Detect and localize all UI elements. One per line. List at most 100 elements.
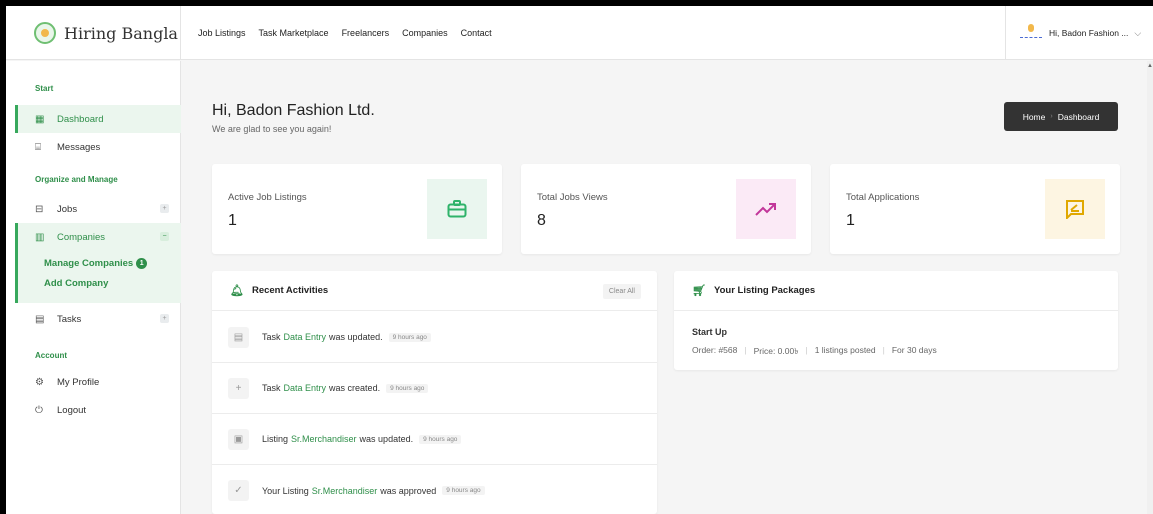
briefcase-icon: ⊟: [35, 203, 44, 215]
activity-text: Task: [262, 383, 281, 393]
panel-header: 🔔︎ Recent Activities Clear All: [212, 271, 657, 311]
nav-job-listings[interactable]: Job Listings: [198, 28, 246, 38]
companies-submenu: Manage Companies 1 Add Company: [15, 251, 181, 303]
hiring-bangla-logo-icon: [34, 22, 56, 44]
separator: |: [882, 345, 885, 355]
brand-logo[interactable]: Hiring Bangla: [6, 6, 181, 60]
stat-card-active-listings[interactable]: Active Job Listings 1: [212, 164, 502, 254]
activity-time: 9 hours ago: [388, 332, 431, 342]
activity-text: was approved: [380, 485, 437, 496]
activity-item: ▤ Task Data Entry was updated. 9 hours ago: [212, 312, 657, 363]
dashboard-icon: ▦: [35, 113, 45, 125]
stat-value: 1: [228, 212, 237, 229]
panel-title: Your Listing Packages: [713, 285, 816, 296]
nav-freelancers[interactable]: Freelancers: [342, 28, 390, 38]
sidebar-item-label: Dashboard: [57, 113, 104, 125]
activity-item: ▣ Listing Sr.Merchandiser was updated. 9 ho…: [212, 414, 657, 465]
package-meta: Order: #568 | Price: 0.00৳ | 1 listings …: [692, 345, 937, 359]
activity-item: + Task Data Entry was created. 9 hours ago: [212, 363, 657, 414]
activity-text: Your Listing: [262, 485, 309, 496]
activity-text: was updated.: [359, 434, 414, 444]
check-circle-icon: ✓: [228, 480, 249, 501]
message-icon: [1045, 179, 1105, 239]
scrollbar[interactable]: [1147, 61, 1153, 514]
sidebar-item-logout[interactable]: ⏻ Logout: [15, 396, 181, 424]
nav-contact[interactable]: Contact: [461, 28, 492, 38]
stat-value: 1: [846, 212, 855, 229]
sidebar-item-dashboard[interactable]: ▦ Dashboard: [15, 105, 181, 133]
breadcrumb-home[interactable]: Home: [1023, 112, 1046, 122]
trend-up-icon: [736, 179, 796, 239]
activity-item: ✓ Your Listing Sr.Merchandiser was approve…: [212, 465, 657, 514]
activity-time: 9 hours ago: [442, 486, 485, 495]
building-icon: ▥: [35, 231, 45, 243]
messages-icon: ⌸: [35, 141, 41, 153]
breadcrumb-current: Dashboard: [1057, 111, 1100, 122]
panel-title: Recent Activities: [251, 285, 329, 296]
package-price: Price: 0.00৳: [753, 346, 799, 356]
sidebar-item-label: Messages: [57, 141, 101, 153]
user-menu[interactable]: Hi, Badon Fashion ... ⌵: [1005, 6, 1153, 60]
stat-label: Total Jobs Views: [537, 192, 608, 203]
clear-all-button[interactable]: Clear All: [602, 284, 641, 299]
sidebar-item-label: Companies: [57, 231, 106, 243]
power-icon: ⏻: [35, 404, 43, 416]
save-icon: ▣: [228, 428, 249, 450]
activity-link[interactable]: Data Entry: [284, 332, 327, 342]
user-greeting: Hi, Badon Fashion ...: [1049, 28, 1129, 38]
nav-task-marketplace[interactable]: Task Marketplace: [259, 28, 329, 38]
clipboard-icon: ▤: [35, 313, 45, 325]
company-logo-icon: [1020, 24, 1042, 38]
package-posted: 1 listings posted: [814, 345, 876, 355]
separator: |: [744, 345, 747, 355]
stat-value: 8: [537, 212, 546, 229]
breadcrumb: Home › Dashboard: [1004, 102, 1118, 131]
submenu-add-company[interactable]: Add Company: [44, 278, 108, 289]
collapse-icon[interactable]: −: [160, 232, 169, 241]
separator: |: [805, 345, 808, 355]
sidebar: Start ▦ Dashboard ⌸ Messages Organize an…: [6, 61, 181, 514]
sidebar-item-label: Logout: [57, 404, 87, 416]
activity-text: Task: [262, 332, 281, 342]
sidebar-item-label: Jobs: [57, 203, 78, 215]
activity-text: was created.: [329, 383, 381, 393]
sidebar-item-messages[interactable]: ⌸ Messages: [15, 133, 181, 161]
sidebar-item-label: My Profile: [57, 376, 100, 388]
submenu-manage-companies[interactable]: Manage Companies 1: [44, 258, 148, 269]
sidebar-item-tasks[interactable]: ▤ Tasks +: [15, 305, 181, 333]
recent-activities-panel: 🔔︎ Recent Activities Clear All ▤ Task Dat…: [212, 271, 657, 514]
activity-time: 9 hours ago: [419, 434, 462, 444]
scroll-up-arrow-icon[interactable]: ▲: [1147, 63, 1153, 69]
sidebar-item-jobs[interactable]: ⊟ Jobs +: [15, 195, 181, 223]
briefcase-icon: [427, 179, 487, 239]
expand-icon[interactable]: +: [160, 204, 169, 213]
document-icon: ▤: [228, 326, 249, 348]
package-order: Order: #568: [692, 345, 738, 355]
sidebar-item-label: Tasks: [57, 313, 82, 325]
top-bar: Hiring Bangla Job Listings Task Marketpl…: [6, 6, 1153, 60]
activity-link[interactable]: Sr.Merchandiser: [312, 486, 378, 496]
nav-companies[interactable]: Companies: [402, 28, 448, 38]
page-subtitle: We are glad to see you again!: [212, 124, 332, 134]
cart-icon: 🛒︎: [692, 285, 706, 297]
section-organize: Organize and Manage: [35, 175, 118, 184]
expand-icon[interactable]: +: [160, 314, 169, 323]
listing-packages-panel: 🛒︎ Your Listing Packages Start Up Order:…: [674, 271, 1118, 370]
bell-icon: 🔔︎: [230, 285, 244, 297]
sidebar-item-companies[interactable]: ▥ Companies −: [15, 223, 181, 251]
stat-card-job-views[interactable]: Total Jobs Views 8: [521, 164, 811, 254]
main-nav: Job Listings Task Marketplace Freelancer…: [198, 6, 492, 60]
activity-link[interactable]: Sr.Merchandiser: [291, 434, 357, 444]
stat-card-applications[interactable]: Total Applications 1: [830, 164, 1120, 254]
activity-link[interactable]: Data Entry: [284, 383, 327, 393]
page-title: Hi, Badon Fashion Ltd.: [212, 102, 375, 119]
sidebar-item-profile[interactable]: ⚙ My Profile: [15, 368, 181, 396]
stat-label: Active Job Listings: [228, 192, 307, 203]
package-duration: For 30 days: [891, 345, 937, 355]
package-name: Start Up: [692, 327, 728, 337]
activity-text: Listing: [262, 434, 289, 444]
activity-text: was updated.: [329, 332, 383, 342]
section-account: Account: [35, 351, 67, 360]
plus-icon: +: [228, 377, 249, 399]
chevron-down-icon: ⌵: [1134, 27, 1142, 38]
